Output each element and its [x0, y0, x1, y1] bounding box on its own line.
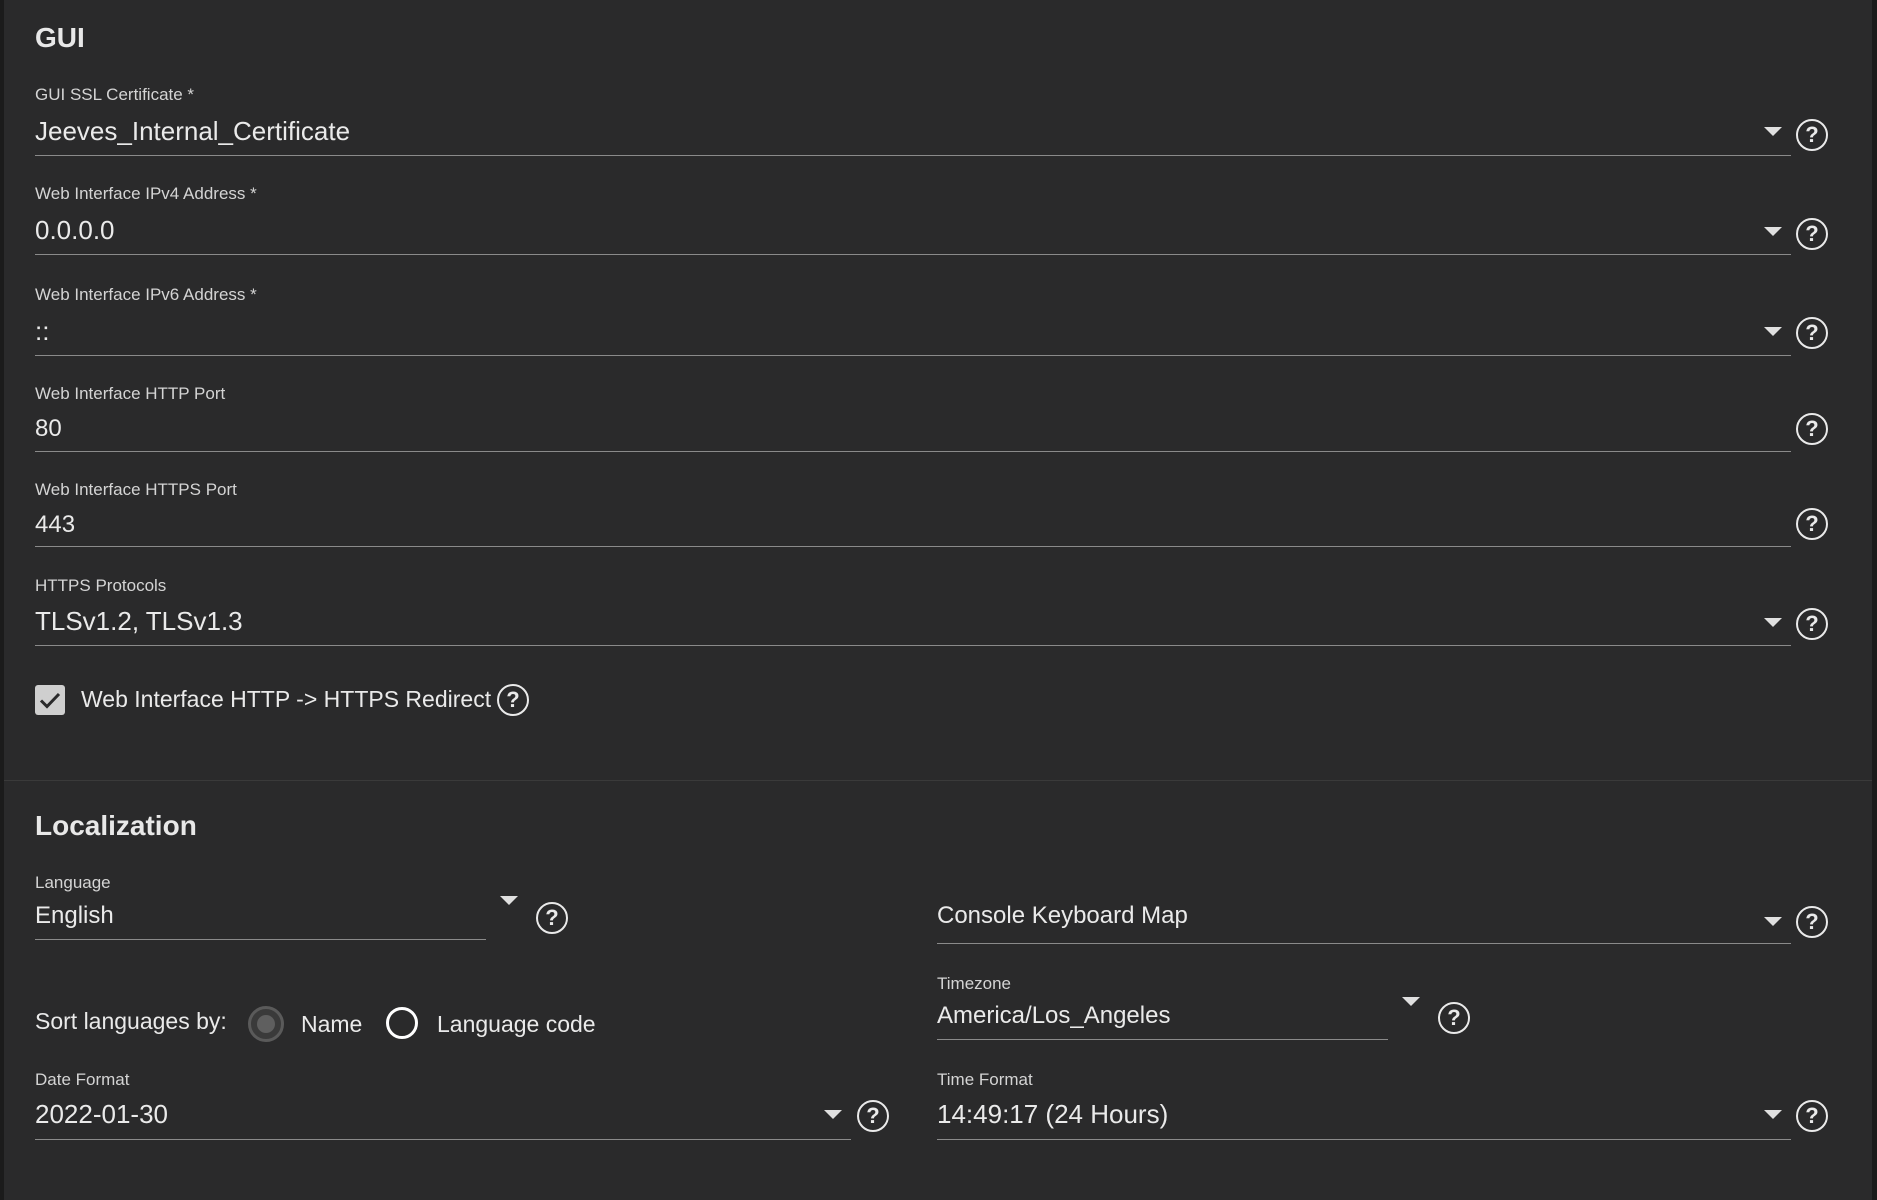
gui-section-title: GUI: [35, 22, 85, 53]
http-port-input[interactable]: 80: [35, 415, 62, 443]
sort-by-name-label[interactable]: Name: [301, 1011, 362, 1038]
date-format-label: Date Format: [35, 1070, 130, 1089]
localization-section-title: Localization: [35, 810, 197, 841]
ipv6-address-field[interactable]: Web Interface IPv6 Address * ::: [35, 285, 1791, 357]
time-format-value[interactable]: 14:49:17 (24 Hours): [937, 1099, 1168, 1130]
help-circle-icon[interactable]: ?: [1796, 413, 1828, 445]
field-underline: [937, 1139, 1791, 1140]
http-port-field[interactable]: Web Interface HTTP Port 80: [35, 384, 1791, 453]
timezone-field[interactable]: Timezone America/Los_Angeles: [937, 974, 1388, 1041]
help-circle-icon[interactable]: ?: [497, 684, 529, 716]
caret-down-icon[interactable]: [500, 896, 518, 905]
caret-down-icon[interactable]: [1764, 1110, 1782, 1119]
https-port-field[interactable]: Web Interface HTTPS Port 443: [35, 480, 1791, 548]
help-circle-icon[interactable]: ?: [1796, 317, 1828, 349]
http-port-label: Web Interface HTTP Port: [35, 384, 226, 403]
sort-languages-label: Sort languages by:: [35, 1008, 227, 1034]
field-underline: [35, 939, 486, 940]
language-field[interactable]: Language English: [35, 873, 486, 941]
console-keyboard-map-field[interactable]: Console Keyboard Map: [937, 902, 1791, 944]
language-label: Language: [35, 873, 111, 892]
https-port-input[interactable]: 443: [35, 511, 75, 539]
help-circle-icon[interactable]: ?: [1796, 608, 1828, 640]
timezone-value[interactable]: America/Los_Angeles: [937, 1002, 1170, 1030]
time-format-label: Time Format: [937, 1070, 1033, 1089]
caret-down-icon[interactable]: [1764, 127, 1782, 136]
caret-down-icon[interactable]: [1402, 997, 1420, 1006]
help-circle-icon[interactable]: ?: [536, 902, 568, 934]
date-format-value[interactable]: 2022-01-30: [35, 1099, 168, 1130]
gui-ssl-certificate-value[interactable]: Jeeves_Internal_Certificate: [35, 116, 350, 147]
console-keyboard-map-placeholder[interactable]: Console Keyboard Map: [937, 902, 1188, 930]
field-underline: [35, 254, 1791, 255]
ipv6-address-label: Web Interface IPv6 Address *: [35, 285, 257, 304]
caret-down-icon[interactable]: [1764, 227, 1782, 236]
date-format-field[interactable]: Date Format 2022-01-30: [35, 1070, 851, 1141]
caret-down-icon[interactable]: [1764, 327, 1782, 336]
ipv4-address-field[interactable]: Web Interface IPv4 Address * 0.0.0.0: [35, 184, 1791, 256]
time-format-field[interactable]: Time Format 14:49:17 (24 Hours): [937, 1070, 1791, 1141]
field-underline: [35, 546, 1791, 547]
sort-by-language-code-radio[interactable]: [386, 1007, 418, 1039]
caret-down-icon[interactable]: [1764, 917, 1782, 926]
help-circle-icon[interactable]: ?: [857, 1100, 889, 1132]
ipv6-address-value[interactable]: ::: [35, 316, 49, 347]
help-circle-icon[interactable]: ?: [1438, 1002, 1470, 1034]
help-circle-icon[interactable]: ?: [1796, 1100, 1828, 1132]
field-underline: [937, 943, 1791, 944]
field-underline: [35, 645, 1791, 646]
ipv4-address-value[interactable]: 0.0.0.0: [35, 215, 115, 246]
redirect-label: Web Interface HTTP -> HTTPS Redirect: [81, 686, 492, 712]
language-value[interactable]: English: [35, 902, 114, 930]
caret-down-icon[interactable]: [824, 1110, 842, 1119]
https-protocols-field[interactable]: HTTPS Protocols TLSv1.2, TLSv1.3: [35, 576, 1791, 647]
caret-down-icon[interactable]: [1764, 618, 1782, 627]
https-port-label: Web Interface HTTPS Port: [35, 480, 237, 499]
field-underline: [35, 155, 1791, 156]
field-underline: [35, 451, 1791, 452]
redirect-checkbox[interactable]: [35, 685, 65, 715]
gui-ssl-certificate-field[interactable]: GUI SSL Certificate * Jeeves_Internal_Ce…: [35, 85, 1791, 157]
sort-by-name-radio[interactable]: [248, 1006, 284, 1042]
https-protocols-label: HTTPS Protocols: [35, 576, 167, 595]
field-underline: [937, 1039, 1388, 1040]
ipv4-address-label: Web Interface IPv4 Address *: [35, 184, 257, 203]
gui-ssl-certificate-label: GUI SSL Certificate *: [35, 85, 195, 104]
help-circle-icon[interactable]: ?: [1796, 218, 1828, 250]
sort-by-language-code-label[interactable]: Language code: [437, 1011, 596, 1038]
help-circle-icon[interactable]: ?: [1796, 906, 1828, 938]
field-underline: [35, 355, 1791, 356]
field-underline: [35, 1139, 851, 1140]
help-circle-icon[interactable]: ?: [1796, 119, 1828, 151]
timezone-label: Timezone: [937, 974, 1012, 993]
section-divider: [4, 780, 1872, 781]
check-icon: [39, 692, 61, 709]
help-circle-icon[interactable]: ?: [1796, 508, 1828, 540]
https-protocols-value[interactable]: TLSv1.2, TLSv1.3: [35, 606, 243, 637]
